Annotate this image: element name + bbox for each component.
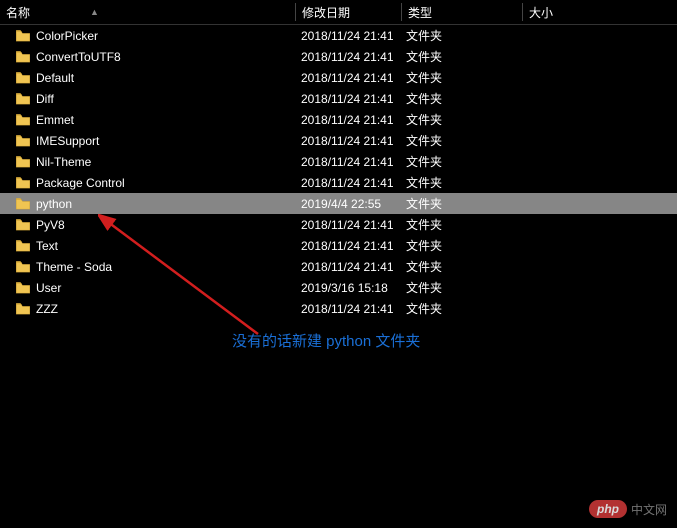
folder-icon: [16, 282, 30, 294]
table-row[interactable]: ZZZ 2018/11/24 21:41文件夹: [0, 298, 677, 319]
folder-icon: [16, 114, 30, 126]
table-row[interactable]: ColorPicker 2018/11/24 21:41文件夹: [0, 25, 677, 46]
file-list: ColorPicker2018/11/24 21:41文件夹ConvertToU…: [0, 25, 677, 319]
file-name: ConvertToUTF8: [36, 50, 121, 64]
file-date: 2018/11/24 21:41: [295, 260, 400, 274]
file-date: 2018/11/24 21:41: [295, 29, 400, 43]
file-type: 文件夹: [400, 111, 520, 128]
file-name: Default: [36, 71, 74, 85]
file-name: Emmet: [36, 113, 74, 127]
folder-icon: [16, 51, 30, 63]
column-header-name[interactable]: 名称 ▲: [0, 0, 295, 24]
column-header-date[interactable]: 修改日期: [296, 0, 401, 24]
file-date: 2018/11/24 21:41: [295, 239, 400, 253]
file-name: Diff: [36, 92, 54, 106]
watermark-text: 中文网: [631, 501, 667, 518]
file-date: 2018/11/24 21:41: [295, 218, 400, 232]
column-header-name-label: 名称: [6, 4, 30, 21]
file-name: IMESupport: [36, 134, 99, 148]
table-row[interactable]: Default 2018/11/24 21:41文件夹: [0, 67, 677, 88]
column-header-row: 名称 ▲ 修改日期 类型 大小: [0, 0, 677, 25]
table-row[interactable]: Diff 2018/11/24 21:41文件夹: [0, 88, 677, 109]
folder-icon: [16, 177, 30, 189]
folder-icon: [16, 240, 30, 252]
file-type: 文件夹: [400, 258, 520, 275]
column-header-size[interactable]: 大小: [523, 0, 603, 24]
folder-icon: [16, 198, 30, 210]
folder-icon: [16, 261, 30, 273]
file-type: 文件夹: [400, 132, 520, 149]
table-row[interactable]: Theme - Soda 2018/11/24 21:41文件夹: [0, 256, 677, 277]
table-row[interactable]: Emmet 2018/11/24 21:41文件夹: [0, 109, 677, 130]
table-row[interactable]: python 2019/4/4 22:55文件夹: [0, 193, 677, 214]
file-type: 文件夹: [400, 300, 520, 317]
file-date: 2018/11/24 21:41: [295, 50, 400, 64]
file-name: Package Control: [36, 176, 125, 190]
file-date: 2018/11/24 21:41: [295, 92, 400, 106]
table-row[interactable]: PyV8 2018/11/24 21:41文件夹: [0, 214, 677, 235]
column-header-size-label: 大小: [529, 4, 553, 21]
file-date: 2019/4/4 22:55: [295, 197, 400, 211]
file-type: 文件夹: [400, 27, 520, 44]
file-date: 2018/11/24 21:41: [295, 302, 400, 316]
folder-icon: [16, 156, 30, 168]
file-date: 2018/11/24 21:41: [295, 71, 400, 85]
file-name: python: [36, 197, 72, 211]
file-name: Nil-Theme: [36, 155, 91, 169]
sort-ascending-icon: ▲: [90, 7, 99, 17]
file-date: 2019/3/16 15:18: [295, 281, 400, 295]
file-type: 文件夹: [400, 48, 520, 65]
file-type: 文件夹: [400, 195, 520, 212]
folder-icon: [16, 219, 30, 231]
file-name: ColorPicker: [36, 29, 98, 43]
file-name: PyV8: [36, 218, 65, 232]
folder-icon: [16, 93, 30, 105]
table-row[interactable]: User 2019/3/16 15:18文件夹: [0, 277, 677, 298]
file-type: 文件夹: [400, 153, 520, 170]
table-row[interactable]: Nil-Theme 2018/11/24 21:41文件夹: [0, 151, 677, 172]
file-type: 文件夹: [400, 237, 520, 254]
file-name: Theme - Soda: [36, 260, 112, 274]
column-header-date-label: 修改日期: [302, 4, 350, 21]
table-row[interactable]: IMESupport 2018/11/24 21:41文件夹: [0, 130, 677, 151]
folder-icon: [16, 72, 30, 84]
file-type: 文件夹: [400, 90, 520, 107]
file-type: 文件夹: [400, 216, 520, 233]
file-date: 2018/11/24 21:41: [295, 113, 400, 127]
file-name: User: [36, 281, 61, 295]
table-row[interactable]: ConvertToUTF8 2018/11/24 21:41文件夹: [0, 46, 677, 67]
table-row[interactable]: Text 2018/11/24 21:41文件夹: [0, 235, 677, 256]
file-type: 文件夹: [400, 279, 520, 296]
annotation-text: 没有的话新建 python 文件夹: [232, 330, 420, 351]
file-date: 2018/11/24 21:41: [295, 176, 400, 190]
table-row[interactable]: Package Control 2018/11/24 21:41文件夹: [0, 172, 677, 193]
file-date: 2018/11/24 21:41: [295, 134, 400, 148]
file-name: Text: [36, 239, 58, 253]
file-date: 2018/11/24 21:41: [295, 155, 400, 169]
column-header-type-label: 类型: [408, 4, 432, 21]
watermark-badge: php: [589, 500, 627, 518]
file-type: 文件夹: [400, 69, 520, 86]
folder-icon: [16, 135, 30, 147]
file-type: 文件夹: [400, 174, 520, 191]
watermark: php 中文网: [589, 500, 667, 518]
folder-icon: [16, 303, 30, 315]
column-header-type[interactable]: 类型: [402, 0, 522, 24]
file-name: ZZZ: [36, 302, 58, 316]
folder-icon: [16, 30, 30, 42]
